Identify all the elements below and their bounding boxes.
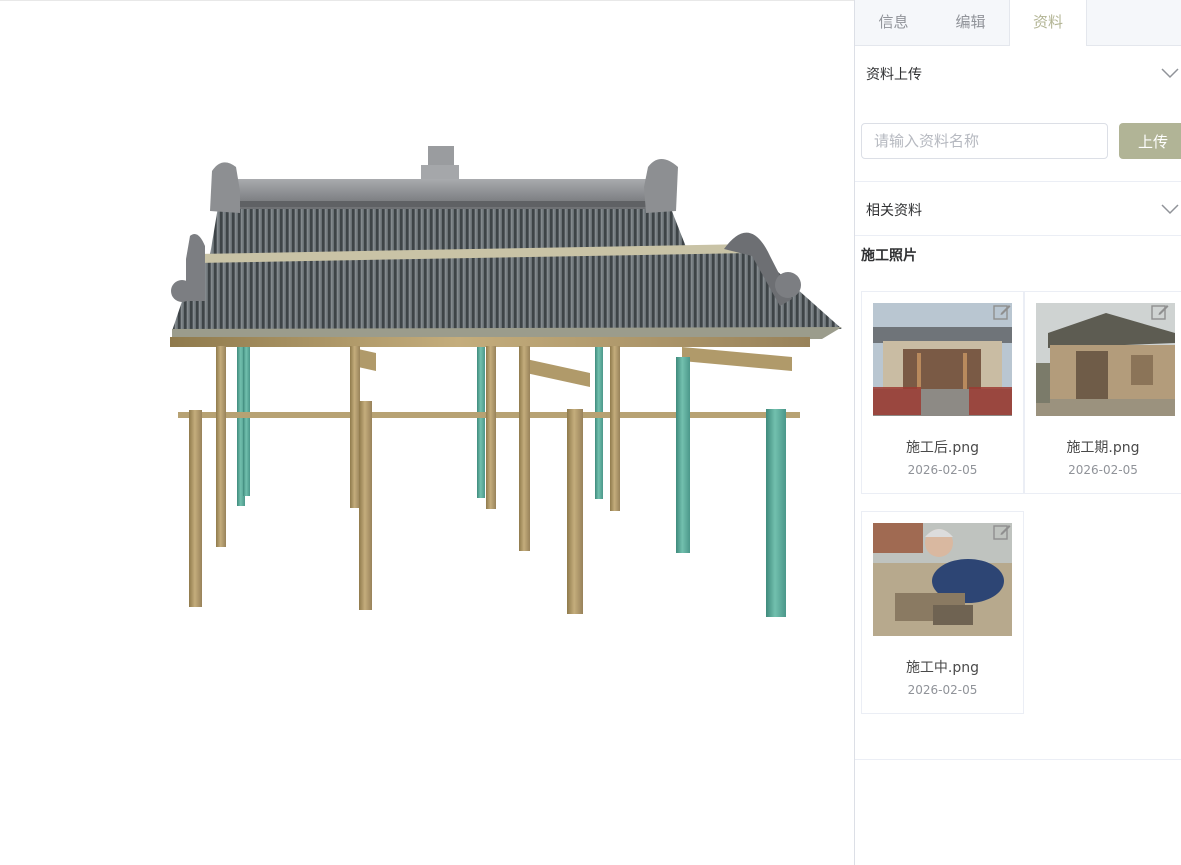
file-name: 施工中.png — [905, 660, 980, 676]
tab-info[interactable]: 信息 — [855, 0, 932, 46]
upload-section-header[interactable]: 资料上传 — [855, 46, 1181, 100]
related-section-title: 相关资料 — [866, 203, 922, 219]
file-thumbnail[interactable] — [873, 303, 1012, 416]
material-name-input[interactable] — [861, 123, 1108, 159]
file-card[interactable]: 施工后.png 2026-02-05 — [861, 291, 1024, 494]
tab-materials[interactable]: 资料 — [1009, 0, 1087, 46]
file-name: 施工后.png — [905, 440, 980, 456]
tab-bar: 信息 编辑 资料 — [855, 0, 1181, 46]
upload-row: 上传 — [861, 123, 1181, 159]
upper-roof — [210, 146, 686, 255]
file-date: 2026-02-05 — [907, 463, 978, 477]
file-card[interactable]: 施工期.png 2026-02-05 — [1024, 291, 1181, 494]
file-date: 2026-02-05 — [907, 683, 978, 697]
chevron-down-icon[interactable] — [1160, 66, 1180, 80]
file-date: 2026-02-05 — [1068, 463, 1138, 477]
edit-icon[interactable] — [993, 303, 1011, 321]
chevron-down-icon[interactable] — [1160, 202, 1180, 216]
model-viewer[interactable] — [0, 0, 854, 865]
upload-button[interactable]: 上传 — [1119, 123, 1181, 159]
file-name: 施工期.png — [1066, 440, 1140, 456]
front-posts — [189, 346, 786, 617]
pavilion-3d-model[interactable] — [0, 1, 854, 865]
photo-group-title: 施工照片 — [861, 248, 917, 264]
edit-icon[interactable] — [993, 523, 1011, 541]
upload-section-title: 资料上传 — [866, 67, 922, 83]
file-card[interactable]: 施工中.png 2026-02-05 — [861, 511, 1024, 714]
tab-edit[interactable]: 编辑 — [932, 0, 1009, 46]
section-divider — [855, 759, 1181, 760]
side-panel: 信息 编辑 资料 资料上传 上传 相关资料 施工照片 — [854, 0, 1181, 865]
edit-icon[interactable] — [1151, 303, 1169, 321]
file-thumbnail[interactable] — [873, 523, 1012, 636]
related-section-header[interactable]: 相关资料 — [855, 182, 1181, 236]
